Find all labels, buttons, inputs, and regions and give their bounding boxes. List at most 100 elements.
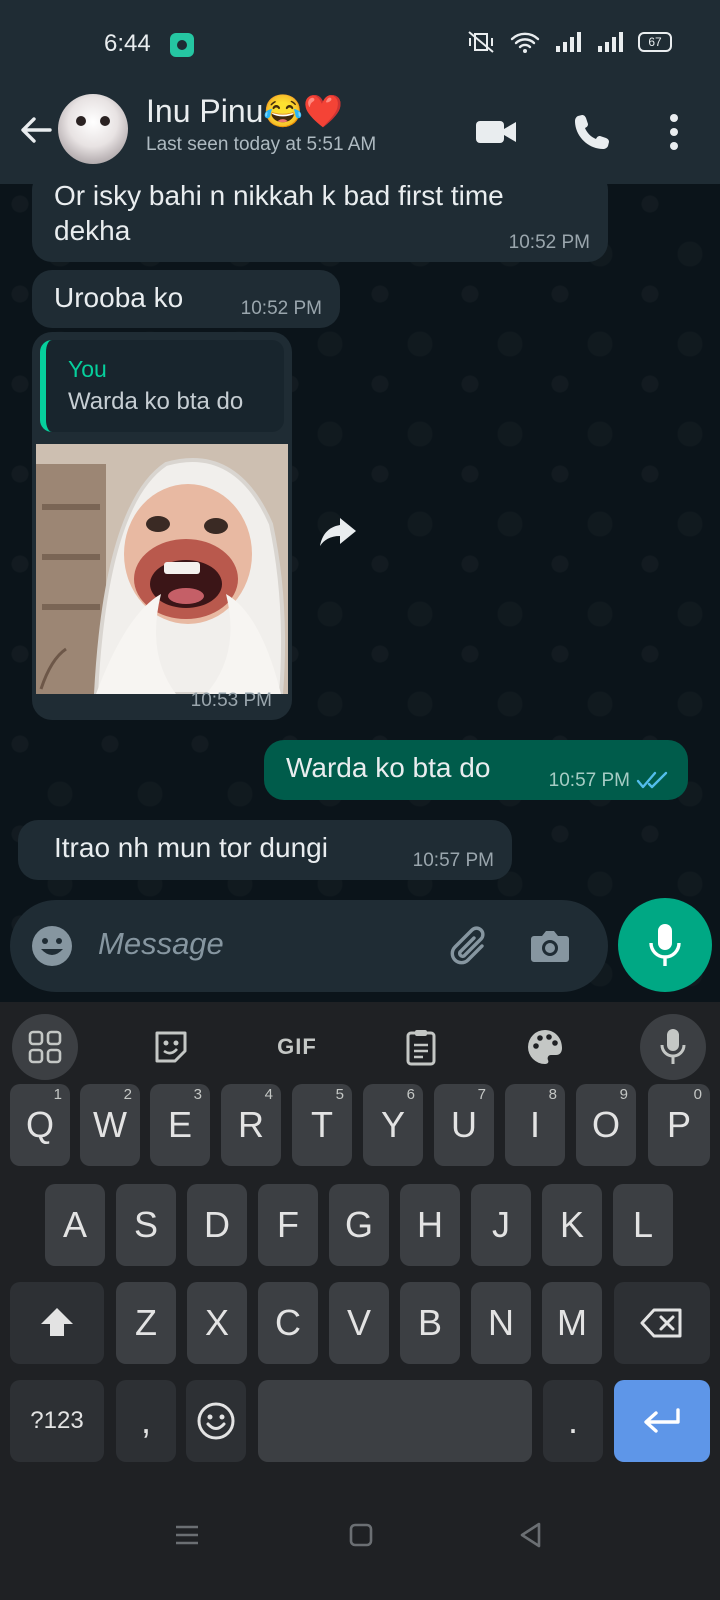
double-check-read-icon (636, 771, 668, 789)
key-j[interactable]: J (471, 1184, 531, 1266)
symbols-key[interactable]: ?123 (10, 1380, 104, 1462)
shift-arrow-icon (41, 1308, 73, 1336)
quoted-reply[interactable]: You Warda ko bta do (40, 340, 284, 432)
forward-icon[interactable] (316, 510, 360, 554)
enter-arrow-icon (644, 1408, 680, 1433)
apps-grid-button[interactable] (12, 1014, 78, 1080)
key-x[interactable]: X (187, 1282, 247, 1364)
key-w[interactable]: W2 (80, 1084, 140, 1166)
back-arrow-icon[interactable] (16, 110, 56, 150)
system-navigation-bar (0, 1502, 720, 1600)
key-label: J (492, 1204, 510, 1245)
space-key[interactable] (258, 1380, 532, 1462)
backspace-key[interactable] (614, 1282, 710, 1364)
key-hint: 1 (53, 1086, 62, 1103)
key-f[interactable]: F (258, 1184, 318, 1266)
enter-key[interactable] (614, 1380, 710, 1462)
key-c[interactable]: C (258, 1282, 318, 1364)
quote-text: Warda ko bta do (68, 388, 244, 415)
clipboard-button[interactable] (388, 1014, 454, 1080)
comma-key[interactable]: , (116, 1380, 176, 1462)
battery-indicator: 67 (638, 32, 672, 52)
key-z[interactable]: Z (116, 1282, 176, 1364)
message-time: 10:53 PM (190, 690, 272, 711)
back-nav-icon[interactable] (516, 1520, 546, 1550)
key-t[interactable]: T5 (292, 1084, 352, 1166)
incoming-image-message[interactable]: You Warda ko bta do 10:53 PM (32, 332, 292, 720)
key-hint: 3 (193, 1086, 202, 1103)
incoming-message[interactable]: Or isky bahi n nikkah k bad first time d… (32, 184, 608, 262)
grid-icon (28, 1030, 62, 1064)
message-text: Or isky bahi n nikkah k bad first time d… (54, 184, 504, 246)
key-label: D (204, 1204, 230, 1245)
key-k[interactable]: K (542, 1184, 602, 1266)
recent-apps-icon[interactable] (172, 1520, 202, 1550)
key-h[interactable]: H (400, 1184, 460, 1266)
key-v[interactable]: V (329, 1282, 389, 1364)
more-options-icon[interactable] (652, 110, 696, 154)
key-label: T (311, 1104, 333, 1145)
sticker-button[interactable] (138, 1014, 204, 1080)
key-u[interactable]: U7 (434, 1084, 494, 1166)
message-input[interactable]: Message (98, 926, 224, 962)
message-time: 10:52 PM (508, 232, 590, 253)
key-label: O (591, 1104, 620, 1145)
key-s[interactable]: S (116, 1184, 176, 1266)
theme-button[interactable] (512, 1014, 578, 1080)
status-time: 6:44 (104, 30, 151, 57)
key-label: H (417, 1204, 443, 1245)
key-p[interactable]: P0 (648, 1084, 710, 1166)
on-screen-keyboard: GIF Q1 W2 E3 R4 T 5 Y 6 U 7 I 8 O 9 P 0 … (0, 1002, 720, 1600)
keyboard-toolbar: GIF (0, 1002, 720, 1092)
last-seen-status[interactable]: Last seen today at 5:51 AM (146, 134, 376, 156)
key-d[interactable]: D (187, 1184, 247, 1266)
key-e[interactable]: E3 (150, 1084, 210, 1166)
key-r[interactable]: R4 (221, 1084, 281, 1166)
period-key[interactable]: . (543, 1380, 603, 1462)
chat-area[interactable]: Or isky bahi n nikkah k bad first time d… (0, 184, 720, 1000)
vibrate-off-icon (468, 31, 494, 53)
key-g[interactable]: G (329, 1184, 389, 1266)
key-a[interactable]: A (45, 1184, 105, 1266)
status-bar: 6:44 67 (0, 0, 720, 90)
camera-icon[interactable] (526, 922, 574, 970)
contact-avatar[interactable] (58, 94, 128, 164)
key-b[interactable]: B (400, 1282, 460, 1364)
photo-attachment[interactable] (36, 444, 288, 694)
key-hint: 7 (477, 1086, 486, 1103)
key-label: X (204, 1302, 229, 1343)
emoji-icon[interactable] (30, 924, 74, 968)
key-q[interactable]: Q1 (10, 1084, 70, 1166)
home-icon[interactable] (346, 1520, 376, 1550)
voice-message-button[interactable] (618, 898, 712, 992)
outgoing-message[interactable]: Warda ko bta do 10:57 PM (264, 740, 688, 800)
message-time: 10:57 PM (412, 850, 494, 871)
key-o[interactable]: O9 (576, 1084, 636, 1166)
key-label: C (275, 1302, 301, 1343)
voice-call-icon[interactable] (570, 110, 614, 154)
emoji-key[interactable] (186, 1380, 246, 1462)
keyboard-voice-button[interactable] (640, 1014, 706, 1080)
gif-button[interactable]: GIF (264, 1014, 330, 1080)
contact-name[interactable]: Inu Pinu😂❤️ (146, 92, 343, 130)
incoming-message[interactable]: Itrao nh mun tor dungi 10:57 PM (18, 820, 512, 880)
key-label: P (666, 1104, 691, 1145)
key-label: Z (135, 1302, 157, 1343)
message-time: 10:57 PM (548, 770, 630, 791)
key-y[interactable]: Y6 (363, 1084, 423, 1166)
clipboard-icon (406, 1030, 436, 1066)
key-label: , (140, 1400, 151, 1441)
shift-key[interactable] (10, 1282, 104, 1364)
video-call-icon[interactable] (474, 110, 518, 154)
key-n[interactable]: N (471, 1282, 531, 1364)
incoming-message[interactable]: Urooba ko 10:52 PM (32, 270, 340, 328)
key-i[interactable]: I8 (505, 1084, 565, 1166)
key-label: Q (25, 1104, 54, 1145)
attach-paperclip-icon[interactable] (446, 922, 494, 970)
message-composer[interactable]: Message (10, 900, 608, 992)
key-label: N (488, 1302, 514, 1343)
key-m[interactable]: M (542, 1282, 602, 1364)
photo-image (36, 444, 288, 694)
key-l[interactable]: L (613, 1184, 673, 1266)
key-hint: 2 (123, 1086, 132, 1103)
